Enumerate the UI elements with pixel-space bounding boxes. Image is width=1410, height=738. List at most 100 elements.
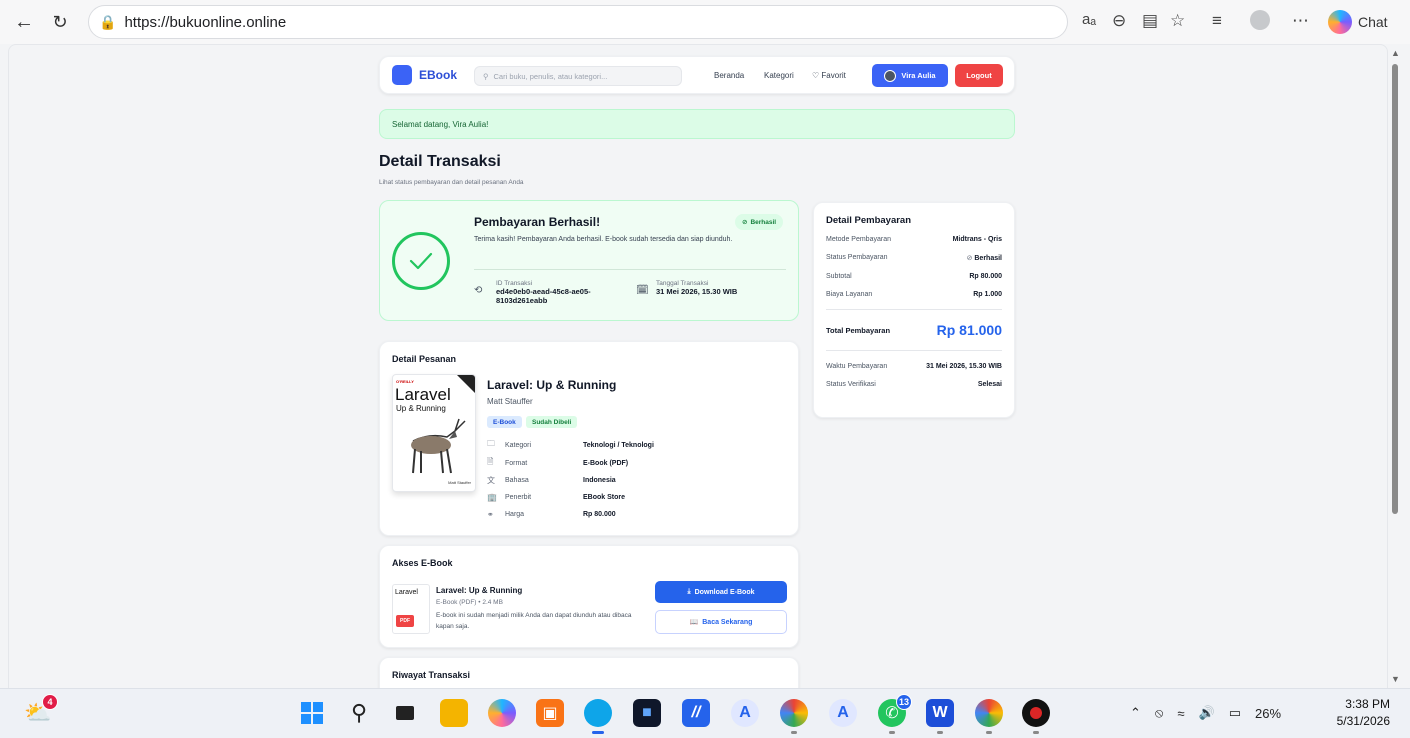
attr-format: 🗎 Format E-Book (PDF) <box>487 457 628 469</box>
payment-title: Pembayaran Berhasil! <box>474 215 601 229</box>
copilot-chat-button[interactable]: Chat <box>1328 8 1388 36</box>
book-cover[interactable]: O'REILLY Laravel Up & Running Matt Stauf… <box>392 374 476 492</box>
reader-view-icon[interactable]: ▤ <box>1142 11 1158 31</box>
attr-value: Rp 80.000 <box>583 510 616 518</box>
start-windows-icon[interactable] <box>298 699 326 727</box>
download-icon: ⤓ <box>687 588 691 595</box>
row-label: Metode Pembayaran <box>826 236 891 243</box>
building-icon: 🏢 <box>487 492 497 502</box>
scrollbar-thumb[interactable] <box>1392 64 1398 514</box>
welcome-alert: Selamat datang, Vira Aulia! <box>379 109 1015 139</box>
transaction-date: Tanggal Transaksi 31 Mei 2026, 15.30 WIB <box>656 280 737 296</box>
refresh-icon[interactable]: ↻ <box>46 8 74 36</box>
total-row: Total Pembayaran Rp 81.000 <box>826 322 1002 338</box>
pdf-icon: PDF <box>396 615 414 627</box>
profile-avatar-icon[interactable] <box>1250 10 1270 30</box>
nav-kategori[interactable]: Kategori <box>764 71 794 80</box>
user-profile-button[interactable]: Vira Aulia <box>872 64 948 87</box>
edge-browser-icon[interactable] <box>584 699 612 734</box>
more-menu-icon[interactable]: ⋯ <box>1292 11 1309 31</box>
book-title: Laravel: Up & Running <box>487 378 617 392</box>
read-aloud-icon[interactable]: aₐ <box>1082 11 1096 28</box>
success-check-icon <box>392 232 450 290</box>
app-a2-icon[interactable]: A <box>829 699 857 727</box>
row-label: Status Verifikasi <box>826 381 876 388</box>
chevron-up-icon[interactable]: ⌃ <box>1130 705 1141 721</box>
zoom-out-icon[interactable]: ⊖ <box>1112 11 1126 31</box>
volume-icon[interactable]: 🔊 <box>1199 705 1215 721</box>
access-book-title: Laravel: Up & Running <box>436 586 523 595</box>
site-logo[interactable]: EBook <box>419 68 457 82</box>
search-placeholder: Cari buku, penulis, atau kategori... <box>493 71 608 81</box>
attr-value: Teknologi / Teknologi <box>583 441 654 449</box>
attr-key: Harga <box>505 510 525 518</box>
xampp-icon[interactable]: ▣ <box>536 699 564 727</box>
address-bar[interactable]: 🔒 https://bukuonline.online <box>88 5 1068 39</box>
scroll-down-icon[interactable]: ▼ <box>1391 674 1400 684</box>
battery-icon[interactable]: ▭ <box>1229 705 1241 721</box>
divider <box>826 350 1002 351</box>
row-value: ⊘ Berhasil <box>967 254 1002 262</box>
page-scrollbar[interactable]: ▲ ▼ <box>1388 44 1402 688</box>
read-label: Baca Sekarang <box>702 618 753 626</box>
pdf-label: PDF <box>400 618 410 624</box>
task-view-icon[interactable] <box>391 699 419 727</box>
file-explorer-icon[interactable] <box>440 699 468 727</box>
store-icon[interactable]: ■ <box>633 699 661 727</box>
check-circle-icon: ⊘ <box>742 219 748 226</box>
download-ebook-button[interactable]: ⤓ Download E-Book <box>655 581 787 603</box>
folder-icon: 🗀 <box>487 439 495 448</box>
weather-badge: 4 <box>42 694 58 710</box>
calendar-icon: 🗓 <box>636 285 649 296</box>
search-input[interactable]: ⚲ Cari buku, penulis, atau kategori... <box>474 66 682 86</box>
row-value: Selesai <box>977 381 1002 388</box>
row-value: Midtrans - Qris <box>952 236 1002 243</box>
copilot-app-icon[interactable] <box>488 699 516 727</box>
ebook-logo-icon[interactable] <box>392 65 412 85</box>
subtotal-row: Subtotal Rp 80.000 <box>826 273 1002 280</box>
open-indicator <box>889 731 895 734</box>
chrome-icon[interactable] <box>780 699 808 734</box>
cover-author: Matt Stauffer <box>448 480 471 485</box>
mini-book-cover: Laravel PDF <box>392 584 430 634</box>
nav-favorit[interactable]: ♡ Favorit <box>812 71 846 80</box>
open-indicator <box>986 731 992 734</box>
transaction-id-label: ID Transaksi <box>496 280 533 287</box>
read-now-button[interactable]: 📖 Baca Sekarang <box>655 610 787 634</box>
back-arrow-icon[interactable]: ← <box>10 8 38 36</box>
attr-harga: ⚭ Harga Rp 80.000 <box>487 508 616 520</box>
tag-icon: ⚭ <box>487 509 494 519</box>
taskbar-clock[interactable]: 3:38 PM 5/31/2026 <box>1318 696 1390 730</box>
user-avatar <box>884 69 897 82</box>
cloud-off-icon[interactable]: ⦸ <box>1155 705 1163 721</box>
attr-key: Kategori <box>505 441 532 449</box>
vscode-like-icon[interactable]: // <box>682 699 710 727</box>
total-label: Total Pembayaran <box>826 325 891 335</box>
lock-icon: 🔒 <box>99 13 117 30</box>
scroll-up-icon[interactable]: ▲ <box>1391 48 1400 58</box>
app-a-icon[interactable]: A <box>731 699 759 727</box>
language-icon: 文 <box>487 475 495 485</box>
favorites-list-icon[interactable]: ≡ <box>1212 11 1222 31</box>
cover-corner <box>457 375 475 393</box>
order-detail-card: Detail Pesanan O'REILLY Laravel Up & Run… <box>379 341 799 536</box>
record-icon[interactable] <box>1022 699 1050 734</box>
whatsapp-icon[interactable]: ✆ 13 <box>878 694 912 734</box>
row-value: 31 Mei 2026, 15.30 WIB <box>926 363 1002 370</box>
copilot-icon <box>1328 10 1352 34</box>
word-icon[interactable]: W <box>926 699 954 734</box>
user-name: Vira Aulia <box>901 71 936 80</box>
attr-value: E-Book (PDF) <box>583 459 629 467</box>
wifi-icon[interactable]: ≈ <box>1177 706 1184 721</box>
row-label: Status Pembayaran <box>826 254 888 261</box>
weather-icon[interactable]: ⛅ 4 <box>24 694 58 727</box>
payment-time-row: Waktu Pembayaran 31 Mei 2026, 15.30 WIB <box>826 363 1002 370</box>
chrome-profile-icon[interactable] <box>975 699 1003 734</box>
favorite-star-icon[interactable]: ☆ <box>1170 11 1185 31</box>
attr-key: Format <box>505 459 528 467</box>
nav-beranda[interactable]: Beranda <box>714 71 744 80</box>
search-icon[interactable]: ⚲ <box>345 699 373 727</box>
logout-button[interactable]: Logout <box>955 64 1003 87</box>
status-badge-label: Berhasil <box>750 218 777 226</box>
active-indicator <box>592 731 604 734</box>
